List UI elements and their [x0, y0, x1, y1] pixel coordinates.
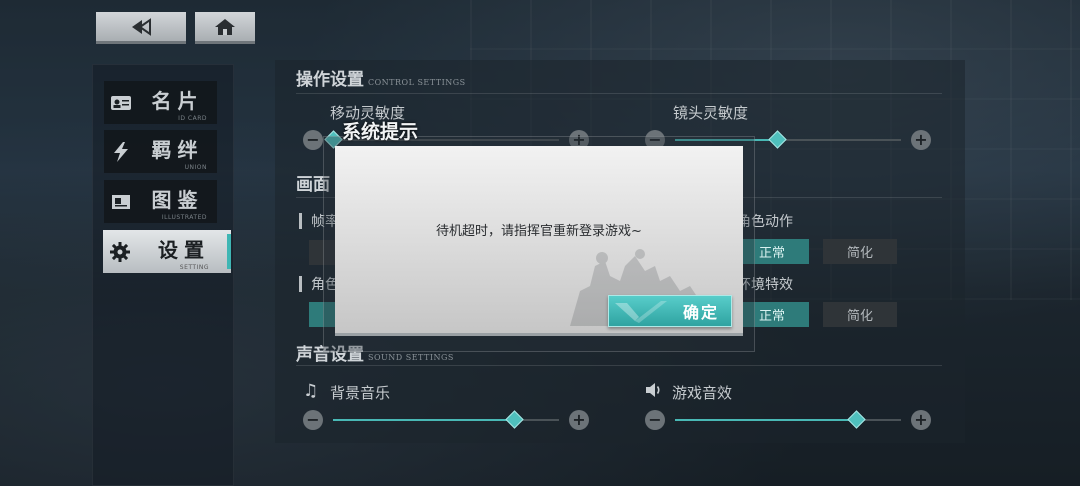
home-icon: [215, 18, 235, 35]
book-icon: [104, 180, 138, 223]
music-note-icon: ♫: [303, 381, 319, 401]
section-title-text: 操作设置: [296, 70, 364, 90]
menu-item-label: 羁绊: [151, 138, 204, 162]
minus-icon[interactable]: −: [645, 410, 665, 430]
bgm-label: 背景音乐: [330, 384, 391, 402]
camera-sensitivity-label: 镜头灵敏度: [673, 104, 749, 122]
lightning-icon: [104, 130, 138, 173]
id-card-icon: [104, 81, 138, 124]
control-settings-title: 操作设置 CONTROL SETTINGS: [296, 65, 466, 90]
speaker-icon: [645, 381, 663, 404]
gear-icon: [103, 230, 137, 273]
confirm-button[interactable]: 确定: [608, 295, 732, 327]
section-title-en: CONTROL SETTINGS: [368, 78, 466, 87]
check-decoration-icon: [615, 301, 667, 323]
slider-track[interactable]: [675, 410, 901, 429]
menu-item-sublabel: UNION: [184, 164, 207, 171]
minus-icon[interactable]: −: [303, 130, 323, 150]
sfx-slider[interactable]: − +: [645, 410, 931, 432]
slider-fill: [333, 419, 514, 421]
menu-item-label: 名片: [151, 89, 204, 113]
back-button[interactable]: [96, 12, 186, 44]
char-action-simple-button[interactable]: 简化: [823, 239, 897, 264]
divider: [296, 365, 942, 366]
option-marker: [299, 276, 302, 292]
section-title-en: SOUND SETTINGS: [368, 353, 454, 362]
bgm-slider[interactable]: − +: [303, 410, 589, 432]
back-arrow-icon: [132, 17, 151, 36]
dialog-title: 系统提示: [342, 121, 419, 143]
slider-fill: [675, 419, 856, 421]
divider: [296, 93, 942, 94]
sfx-label: 游戏音效: [672, 384, 733, 402]
option-marker: [299, 213, 302, 229]
menu-item-settings[interactable]: 设置 SETTING: [103, 230, 231, 273]
menu-item-label: 设置: [158, 238, 210, 262]
confirm-button-label: 确定: [682, 303, 719, 322]
plus-icon[interactable]: +: [569, 410, 589, 430]
menu-item-illustrated[interactable]: 图鉴 ILLUSTRATED: [104, 180, 217, 223]
minus-icon[interactable]: −: [303, 410, 323, 430]
plus-icon[interactable]: +: [911, 410, 931, 430]
slider-knob[interactable]: [767, 130, 787, 149]
menu-item-label: 图鉴: [151, 188, 204, 212]
menu-item-sublabel: ILLUSTRATED: [161, 214, 207, 221]
slider-track[interactable]: [333, 410, 559, 429]
plus-icon[interactable]: +: [911, 130, 931, 150]
home-button[interactable]: [195, 12, 255, 44]
side-menu: 名片 ID CARD 羁绊 UNION 图鉴 ILLUSTRATED 设置 SE…: [92, 64, 234, 486]
menu-item-sublabel: SETTING: [179, 264, 209, 271]
menu-item-id-card[interactable]: 名片 ID CARD: [104, 81, 217, 124]
menu-item-sublabel: ID CARD: [178, 115, 207, 122]
env-effect-simple-button[interactable]: 简化: [823, 302, 897, 327]
dialog-message: 待机超时，请指挥官重新登录游戏~: [436, 224, 642, 239]
menu-item-union[interactable]: 羁绊 UNION: [104, 130, 217, 173]
slider-knob[interactable]: [847, 410, 866, 429]
slider-knob[interactable]: [505, 410, 524, 429]
